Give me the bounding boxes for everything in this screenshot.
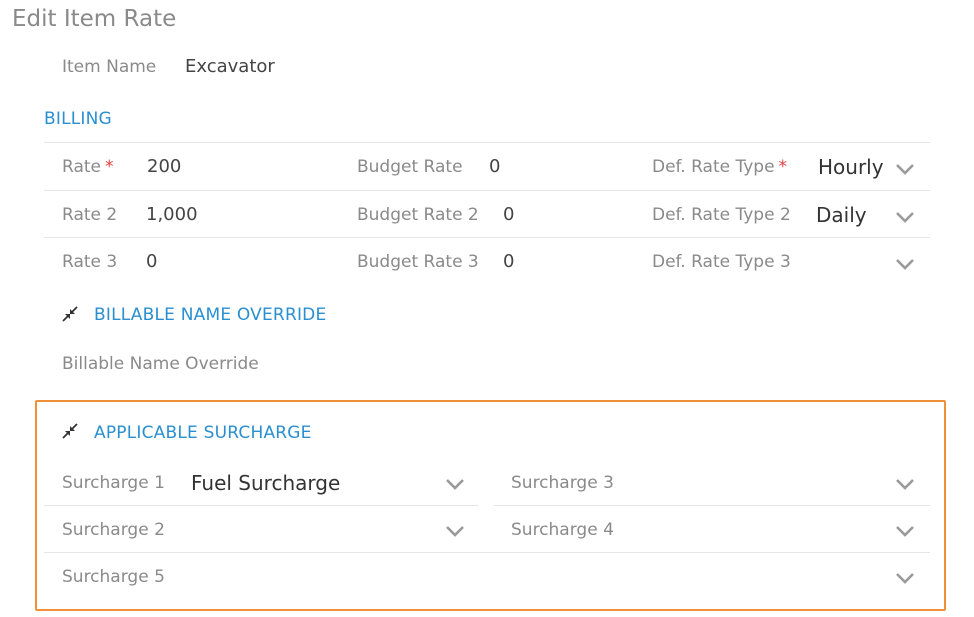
def-rate-type-select[interactable]: Hourly	[818, 155, 884, 179]
required-marker: *	[778, 157, 788, 177]
def-rate-type-2-label: Def. Rate Type 2	[652, 205, 791, 225]
surcharge-row-divider	[44, 552, 930, 553]
def-rate-type-2-select[interactable]: Daily	[816, 203, 867, 227]
surcharge-2-label: Surcharge 2	[62, 520, 165, 540]
billing-heading: BILLING	[44, 109, 112, 129]
surcharge-3-label: Surcharge 3	[511, 473, 614, 493]
surcharge-1-label: Surcharge 1	[62, 473, 165, 493]
rate-2-field[interactable]: 1,000	[146, 204, 198, 225]
rate-3-field[interactable]: 0	[146, 251, 157, 272]
collapse-arrows-icon[interactable]	[62, 423, 78, 439]
budget-rate-3-label: Budget Rate 3	[357, 252, 479, 272]
surcharge-row-divider	[44, 505, 478, 506]
billing-row-divider	[44, 237, 930, 238]
surcharge-1-select[interactable]: Fuel Surcharge	[191, 471, 340, 495]
chevron-down-icon[interactable]	[445, 478, 465, 490]
rate-field[interactable]: 200	[147, 156, 181, 177]
chevron-down-icon[interactable]	[895, 211, 915, 223]
budget-rate-2-label: Budget Rate 2	[357, 205, 479, 225]
budget-rate-label: Budget Rate	[357, 157, 463, 177]
chevron-down-icon[interactable]	[895, 258, 915, 270]
item-name-label: Item Name	[62, 57, 157, 77]
def-rate-type-label: Def. Rate Type *	[652, 157, 788, 177]
required-marker: *	[104, 157, 114, 177]
surcharge-row-divider	[494, 505, 930, 506]
surcharge-5-label: Surcharge 5	[62, 567, 165, 587]
collapse-arrows-icon[interactable]	[62, 306, 78, 322]
rate-3-label: Rate 3	[62, 252, 118, 272]
billable-name-override-heading[interactable]: BILLABLE NAME OVERRIDE	[94, 305, 326, 325]
billing-row-divider	[44, 190, 930, 191]
chevron-down-icon[interactable]	[895, 478, 915, 490]
chevron-down-icon[interactable]	[895, 572, 915, 584]
chevron-down-icon[interactable]	[895, 525, 915, 537]
billable-name-override-field[interactable]: Billable Name Override	[62, 354, 259, 374]
item-name-value: Excavator	[185, 56, 275, 77]
chevron-down-icon[interactable]	[895, 163, 915, 175]
page-title: Edit Item Rate	[12, 6, 177, 32]
chevron-down-icon[interactable]	[445, 525, 465, 537]
applicable-surcharge-heading[interactable]: APPLICABLE SURCHARGE	[94, 423, 312, 443]
budget-rate-2-field[interactable]: 0	[503, 204, 514, 225]
billing-divider-top	[44, 142, 930, 143]
budget-rate-3-field[interactable]: 0	[503, 251, 514, 272]
def-rate-type-3-label: Def. Rate Type 3	[652, 252, 791, 272]
surcharge-4-label: Surcharge 4	[511, 520, 614, 540]
rate-2-label: Rate 2	[62, 205, 118, 225]
budget-rate-field[interactable]: 0	[489, 156, 500, 177]
rate-label: Rate *	[62, 157, 114, 177]
